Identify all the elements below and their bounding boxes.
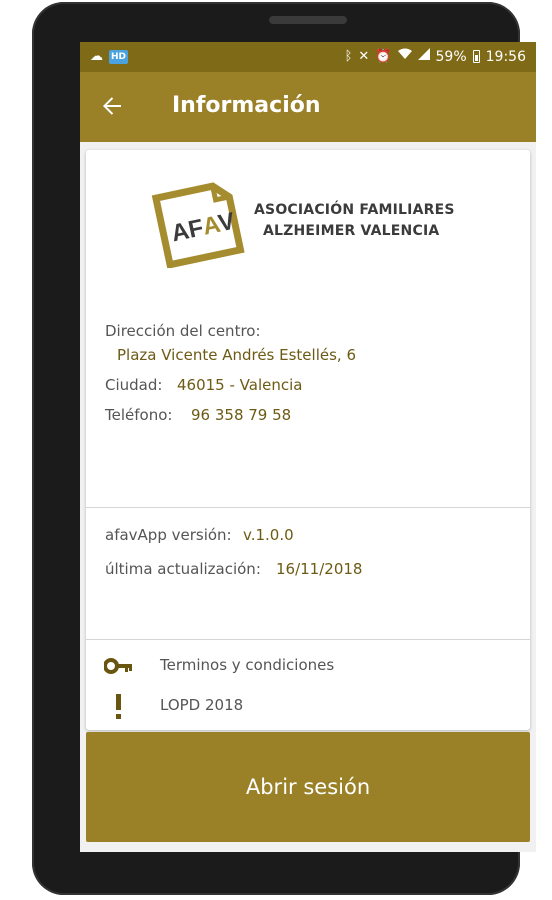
signal-icon [417, 48, 430, 65]
status-bar: ☁ HD ᛒ ✕ ⏰ 59% 19:56 [80, 42, 536, 72]
updated-label: última actualización: [105, 560, 261, 578]
wifi-icon [397, 48, 412, 65]
battery-percent: 59% [435, 48, 467, 65]
logo-line-2: ALZHEIMER VALENCIA [263, 223, 440, 239]
clock-time: 19:56 [485, 48, 526, 65]
divider [86, 507, 530, 508]
phone-frame: ☁ HD ᛒ ✕ ⏰ 59% 19:56 Información AF A V … [32, 2, 536, 895]
screen: ☁ HD ᛒ ✕ ⏰ 59% 19:56 Información AF A V … [80, 42, 536, 852]
afav-logo: AF A V [148, 178, 248, 272]
back-arrow-icon[interactable] [100, 89, 134, 123]
battery-icon [472, 50, 480, 63]
city-label: Ciudad: [105, 376, 163, 394]
afav-logo-mark: AF A V [151, 182, 245, 269]
bluetooth-icon: ᛒ [344, 48, 353, 64]
terms-link[interactable]: Terminos y condiciones [86, 648, 530, 684]
updated-value: 16/11/2018 [276, 560, 363, 578]
version-label: afavApp versión: [105, 526, 232, 544]
lopd-label: LOPD 2018 [160, 696, 244, 714]
logo-text: ASOCIACIÓN FAMILIARES ALZHEIMER VALENCIA [254, 200, 455, 242]
key-icon [103, 654, 134, 678]
page-title: Información [172, 93, 321, 118]
cloud-icon: ☁ [90, 49, 103, 64]
address-value: Plaza Vicente Andrés Estellés, 6 [117, 346, 356, 364]
phone-label: Teléfono: [105, 406, 173, 424]
lopd-link[interactable]: LOPD 2018 [86, 688, 530, 724]
phone-value: 96 358 79 58 [191, 406, 292, 424]
city-value: 46015 - Valencia [177, 376, 303, 394]
logo-line-1: ASOCIACIÓN FAMILIARES [254, 202, 455, 218]
exclamation-icon [104, 694, 134, 719]
open-session-button[interactable]: Abrir sesión [86, 732, 530, 842]
info-card: AF A V ASOCIACIÓN FAMILIARES ALZHEIMER V… [86, 150, 530, 730]
version-value: v.1.0.0 [243, 526, 294, 544]
app-bar: Información [80, 72, 536, 142]
divider [86, 639, 530, 640]
phone-speaker [269, 16, 347, 24]
alarm-icon: ⏰ [375, 48, 392, 64]
terms-label: Terminos y condiciones [160, 656, 335, 674]
address-label: Dirección del centro: [105, 322, 261, 340]
hd-icon: HD [109, 50, 129, 64]
mute-icon: ✕ [358, 48, 370, 64]
